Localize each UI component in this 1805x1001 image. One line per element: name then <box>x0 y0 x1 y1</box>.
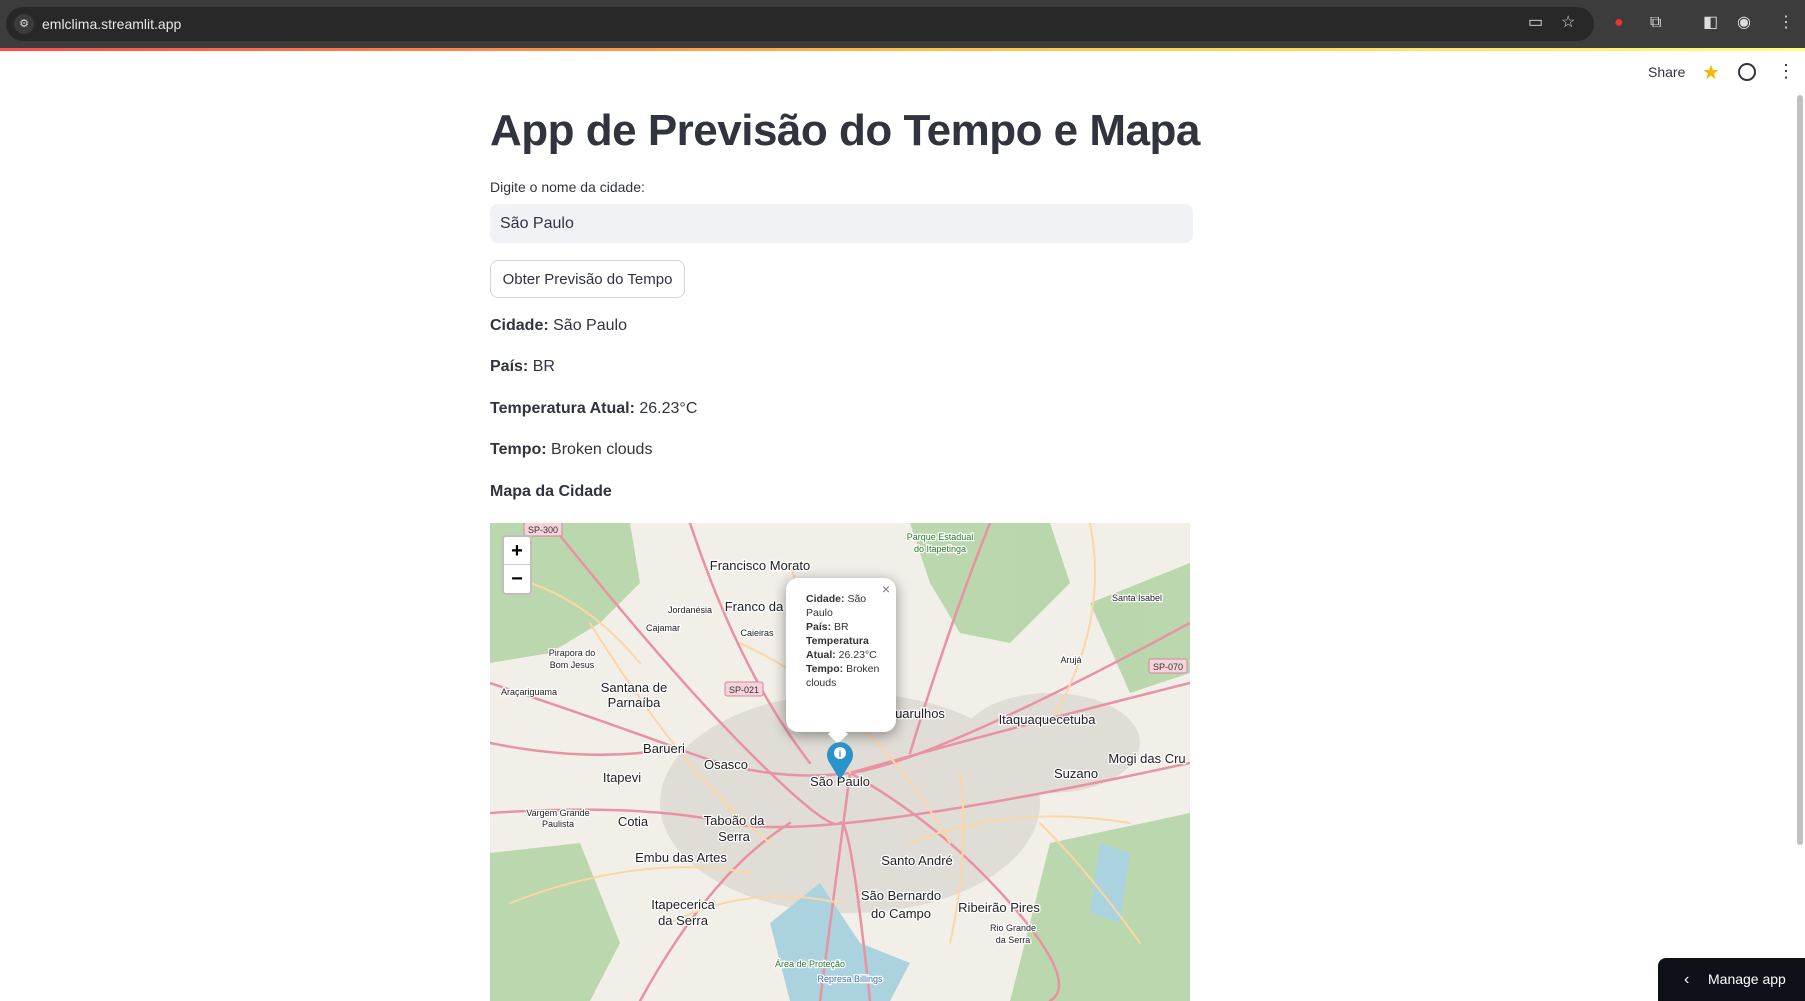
result-weather: Tempo: Broken clouds <box>490 441 652 459</box>
map-place-label: São Bernardo <box>861 888 941 903</box>
map-marker-icon[interactable]: i <box>826 740 854 780</box>
zoom-control: + − <box>502 535 532 595</box>
profile-avatar-icon[interactable]: ◉ <box>1737 13 1751 33</box>
map-place-label: Santa Isabel <box>1112 593 1162 603</box>
chevron-left-icon: ‹ <box>1684 971 1690 988</box>
bookmark-star-icon[interactable]: ☆ <box>1561 13 1575 33</box>
map-place-label: Serra <box>718 829 751 844</box>
page-title: App de Previsão do Tempo e Mapa <box>490 106 1200 155</box>
map-popup: × Cidade: São Paulo País: BR Temperatura… <box>786 578 896 732</box>
svg-text:SP-070: SP-070 <box>1153 662 1183 672</box>
manage-app-button[interactable]: ‹ Manage app <box>1658 958 1805 1001</box>
extensions-puzzle-icon[interactable]: ⧉ <box>1650 13 1661 33</box>
map-place-label: Santana de <box>601 680 668 695</box>
map-place-label: Cajamar <box>646 623 680 633</box>
extension-icon[interactable]: ● <box>1614 13 1624 33</box>
map-place-label: Bom Jesus <box>550 660 595 670</box>
map-place-label: Itaquaquecetuba <box>999 712 1097 727</box>
favorite-star-icon[interactable]: ★ <box>1702 60 1720 85</box>
result-temperature: Temperatura Atual: 26.23°C <box>490 400 697 418</box>
result-key: Tempo: <box>490 441 547 458</box>
map-place-label: Franco da <box>725 599 784 614</box>
map-place-label: Itapecerica <box>651 897 715 912</box>
map-place-label: Taboão da <box>704 813 765 828</box>
map-place-label: Itapevi <box>603 770 641 785</box>
browser-menu-icon[interactable]: ⋮ <box>1778 13 1794 33</box>
streamlit-decoration-bar <box>0 48 1805 51</box>
map-place-label: uarulhos <box>895 706 945 721</box>
map-place-label: Mogi das Cru <box>1108 751 1185 766</box>
scrollbar[interactable] <box>1797 95 1803 845</box>
map-place-label: Arujá <box>1060 655 1081 665</box>
city-input[interactable] <box>490 204 1193 243</box>
site-settings-icon[interactable]: ⚙ <box>14 14 34 34</box>
zoom-out-button[interactable]: − <box>504 565 530 593</box>
share-button[interactable]: Share <box>1648 64 1685 80</box>
url-text: emlclima.streamlit.app <box>42 16 182 32</box>
map-place-label: Araçariguama <box>501 687 557 697</box>
result-value: Broken clouds <box>551 441 653 458</box>
browser-toolbar: ⚙ emlclima.streamlit.app ▭ ☆ ● ⧉ ◧ ◉ ⋮ <box>0 0 1805 48</box>
result-value: 26.23°C <box>639 400 698 417</box>
map-place-label: Caieiras <box>740 628 774 638</box>
city-map[interactable]: Francisco Morato Franco da Jordanésia Cajam… <box>490 523 1190 1001</box>
map-place-label: Barueri <box>643 741 685 756</box>
result-country: País: BR <box>490 358 555 376</box>
map-place-label: Osasco <box>704 757 748 772</box>
map-place-label: Embu das Artes <box>635 850 727 865</box>
map-heading: Mapa da Cidade <box>490 483 612 500</box>
map-place-label: Cotia <box>618 814 649 829</box>
forest-area <box>490 843 620 1001</box>
popup-key: Cidade: <box>806 593 845 605</box>
result-value: BR <box>532 358 555 375</box>
main-menu-icon[interactable]: ⋮ <box>1777 60 1795 82</box>
svg-text:SP-021: SP-021 <box>729 685 759 695</box>
map-place-label: Suzano <box>1054 766 1098 781</box>
manage-app-label: Manage app <box>1708 971 1786 987</box>
road-shield: SP-021 <box>724 681 764 697</box>
map-place-label: Parnaíba <box>608 695 662 710</box>
github-icon[interactable] <box>1738 63 1756 81</box>
zoom-in-button[interactable]: + <box>504 537 530 565</box>
svg-text:i: i <box>839 749 842 759</box>
map-place-label: do Campo <box>871 906 931 921</box>
get-forecast-button[interactable]: Obter Previsão do Tempo <box>490 260 685 298</box>
map-place-label: da Serra <box>658 913 709 928</box>
popup-value: BR <box>834 621 849 633</box>
result-value: São Paulo <box>553 317 627 334</box>
popup-key: Tempo: <box>806 663 844 675</box>
result-key: País: <box>490 358 529 375</box>
install-app-icon[interactable]: ▭ <box>1528 13 1543 33</box>
map-place-label: Parque Estadual <box>907 532 974 542</box>
map-place-label: Vargem Grande <box>526 808 589 818</box>
map-place-label: Francisco Morato <box>710 558 810 573</box>
map-place-label: Jordanésia <box>668 605 712 615</box>
map-place-label: Represa Billings <box>817 974 883 984</box>
popup-key: País: <box>806 621 832 633</box>
popup-close-button[interactable]: × <box>882 582 890 596</box>
road-shield: SP-070 <box>1148 658 1188 674</box>
result-city: Cidade: São Paulo <box>490 317 627 335</box>
city-input-label: Digite o nome da cidade: <box>490 179 645 195</box>
map-place-label: Pirapora do <box>549 648 596 658</box>
result-key: Temperatura Atual: <box>490 400 635 417</box>
address-bar[interactable]: ⚙ emlclima.streamlit.app <box>6 7 1594 41</box>
map-place-label: Rio Grande <box>990 923 1036 933</box>
result-key: Cidade: <box>490 317 549 334</box>
map-place-label: Paulista <box>542 819 574 829</box>
road-shield: SP-300 <box>523 523 563 537</box>
side-panel-icon[interactable]: ◧ <box>1703 13 1718 33</box>
popup-value: 26.23°C <box>838 649 877 661</box>
svg-text:SP-300: SP-300 <box>528 525 558 535</box>
map-place-label: Ribeirão Pires <box>958 900 1040 915</box>
map-place-label: Área de Proteção <box>775 959 845 969</box>
map-place-label: Santo André <box>881 853 953 868</box>
map-place-label: do Itapetinga <box>914 544 966 554</box>
map-place-label: da Serra <box>996 935 1031 945</box>
